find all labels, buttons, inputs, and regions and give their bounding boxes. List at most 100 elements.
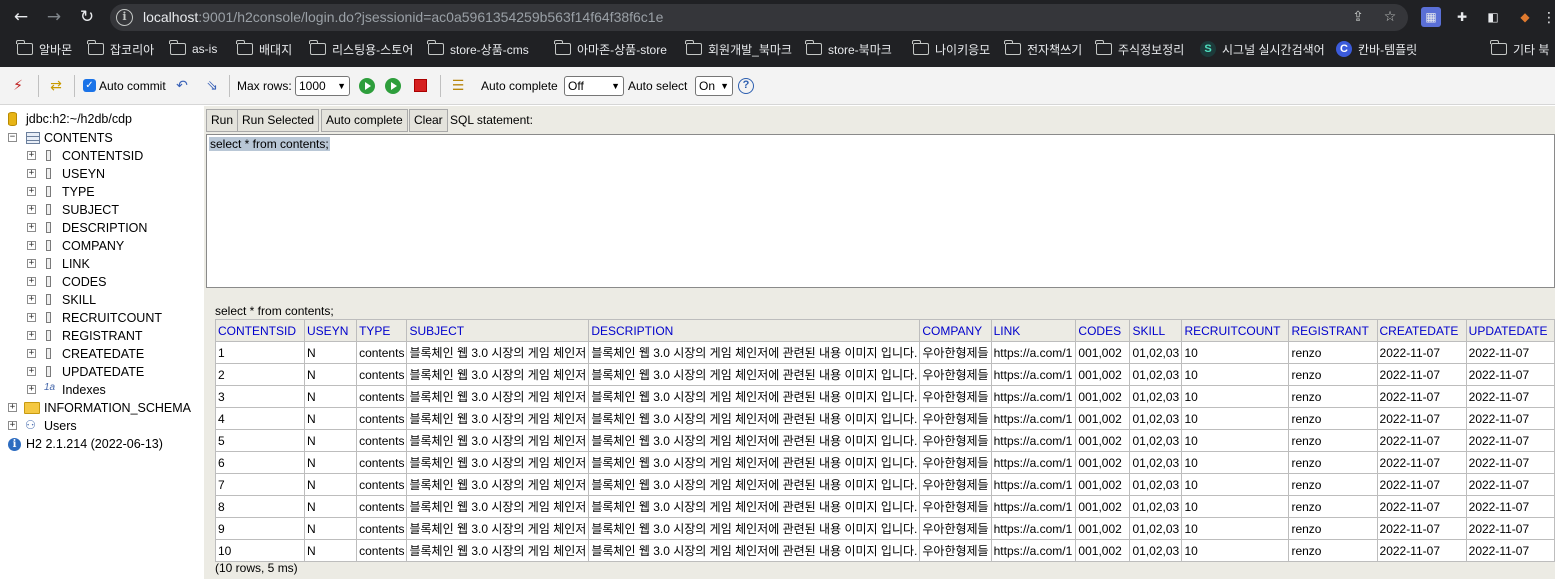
table-cell[interactable]: 2022-11-07 [1465,451,1555,474]
table-cell[interactable]: https://a.com/1 [990,473,1077,496]
bookmark-folder[interactable]: 회원개발_북마크 [685,39,792,59]
table-cell[interactable]: renzo [1288,517,1378,540]
expand-icon[interactable]: + [27,259,36,268]
table-cell[interactable]: https://a.com/1 [990,539,1077,562]
bookmark-folder[interactable]: 주식정보정리 [1095,39,1184,59]
tree-column[interactable]: + USEYN [27,165,105,183]
tree-column[interactable]: + COMPANY [27,237,124,255]
table-cell[interactable]: 블록체인 웹 3.0 시장의 게임 체인저 [406,363,590,386]
table-cell[interactable]: https://a.com/1 [990,495,1077,518]
run-icon[interactable] [359,78,375,94]
auto-commit-checkbox[interactable]: ✓ [83,79,96,92]
table-cell[interactable]: N [304,517,358,540]
table-cell[interactable]: renzo [1288,495,1378,518]
table-cell[interactable]: 우아한형제들 [919,473,992,496]
table-cell[interactable]: 2022-11-07 [1376,495,1467,518]
commit-icon[interactable]: ⇘ [202,76,222,96]
back-icon[interactable]: ← [10,6,32,28]
table-cell[interactable]: 01,02,03 [1129,473,1183,496]
tree-column[interactable]: + RECRUITCOUNT [27,309,162,327]
table-cell[interactable]: 01,02,03 [1129,517,1183,540]
tree-column[interactable]: + CREATEDATE [27,345,144,363]
table-cell[interactable]: 7 [214,473,306,496]
table-cell[interactable]: 블록체인 웹 3.0 시장의 게임 체인저 [406,517,590,540]
tree-table-contents[interactable]: − CONTENTS [8,129,113,147]
tree-users[interactable]: + ⚇ Users [8,417,77,435]
table-cell[interactable]: renzo [1288,363,1378,386]
expand-icon[interactable]: + [27,277,36,286]
table-cell[interactable]: 2022-11-07 [1465,341,1555,364]
table-cell[interactable]: 블록체인 웹 3.0 시장의 게임 체인저에 관련된 내용 이미지 입니다. [588,539,921,562]
table-cell[interactable]: contents [356,539,408,562]
tree-connection[interactable]: jdbc:h2:~/h2db/cdp [8,110,132,128]
table-cell[interactable]: 1 [214,341,306,364]
url-text[interactable]: localhost:9001/h2console/login.do?jsessi… [143,9,663,25]
auto-complete-select[interactable]: Off ▼ [564,76,624,96]
table-cell[interactable]: 2022-11-07 [1465,539,1555,562]
table-cell[interactable]: 10 [1181,517,1290,540]
table-cell[interactable]: 블록체인 웹 3.0 시장의 게임 체인저 [406,539,590,562]
table-cell[interactable]: contents [356,451,408,474]
table-cell[interactable]: 001,002 [1075,341,1131,364]
expand-icon[interactable]: + [8,403,17,412]
bookmark-folder[interactable]: 전자책쓰기 [1004,39,1082,59]
expand-icon[interactable]: + [8,421,17,430]
table-cell[interactable]: N [304,385,358,408]
table-cell[interactable]: 우아한형제들 [919,363,992,386]
side-panel-icon[interactable]: ◧ [1483,7,1503,27]
table-cell[interactable]: 10 [1181,429,1290,452]
clear-button[interactable]: Clear [409,109,448,132]
address-bar[interactable]: i localhost:9001/h2console/login.do?jses… [110,4,1408,31]
column-header[interactable]: UPDATEDATE [1465,319,1555,342]
tree-column[interactable]: + SKILL [27,291,96,309]
forward-icon[interactable]: → [43,6,65,28]
table-cell[interactable]: 우아한형제들 [919,517,992,540]
table-cell[interactable]: N [304,429,358,452]
table-cell[interactable]: 우아한형제들 [919,495,992,518]
column-header[interactable]: SKILL [1129,319,1183,342]
bookmark-folder[interactable]: 잡코리아 [87,39,154,59]
expand-icon[interactable]: + [27,295,36,304]
expand-icon[interactable]: + [27,241,36,250]
collapse-icon[interactable]: − [8,133,17,142]
table-cell[interactable]: 2022-11-07 [1465,495,1555,518]
table-cell[interactable]: renzo [1288,539,1378,562]
table-cell[interactable]: contents [356,517,408,540]
other-bookmarks-folder[interactable]: 기타 북 [1490,39,1549,59]
table-cell[interactable]: 01,02,03 [1129,495,1183,518]
table-cell[interactable]: 5 [214,429,306,452]
column-header[interactable]: CODES [1075,319,1131,342]
table-cell[interactable]: 블록체인 웹 3.0 시장의 게임 체인저에 관련된 내용 이미지 입니다. [588,385,921,408]
column-header[interactable]: TYPE [356,319,408,342]
table-cell[interactable]: 01,02,03 [1129,407,1183,430]
cancel-stop-icon[interactable] [414,79,427,92]
column-header[interactable]: CREATEDATE [1376,319,1467,342]
bookmark-link[interactable]: C 칸바-템플릿 [1336,39,1417,59]
tree-column[interactable]: + SUBJECT [27,201,119,219]
expand-icon[interactable]: + [27,223,36,232]
expand-icon[interactable]: + [27,331,36,340]
table-cell[interactable]: 01,02,03 [1129,363,1183,386]
table-cell[interactable]: 블록체인 웹 3.0 시장의 게임 체인저 [406,429,590,452]
tree-column[interactable]: + CODES [27,273,106,291]
table-cell[interactable]: N [304,407,358,430]
refresh-icon[interactable]: ⇄ [46,76,66,96]
column-header[interactable]: REGISTRANT [1288,319,1378,342]
expand-icon[interactable]: + [27,187,36,196]
bookmark-link[interactable]: S 시그널 실시간검색어 [1200,39,1325,59]
auto-complete-button[interactable]: Auto complete [321,109,408,132]
table-cell[interactable]: 블록체인 웹 3.0 시장의 게임 체인저 [406,341,590,364]
table-cell[interactable]: 8 [214,495,306,518]
expand-icon[interactable]: + [27,169,36,178]
column-header[interactable]: COMPANY [919,319,992,342]
table-cell[interactable]: 10 [214,539,306,562]
table-cell[interactable]: 블록체인 웹 3.0 시장의 게임 체인저에 관련된 내용 이미지 입니다. [588,451,921,474]
table-cell[interactable]: 10 [1181,341,1290,364]
bookmark-folder[interactable]: 나이키응모 [912,39,990,59]
table-cell[interactable]: 2022-11-07 [1465,429,1555,452]
table-cell[interactable]: 10 [1181,363,1290,386]
column-header[interactable]: RECRUITCOUNT [1181,319,1290,342]
table-cell[interactable]: 2022-11-07 [1376,539,1467,562]
run-selected-icon[interactable] [385,78,401,94]
table-cell[interactable]: 우아한형제들 [919,341,992,364]
